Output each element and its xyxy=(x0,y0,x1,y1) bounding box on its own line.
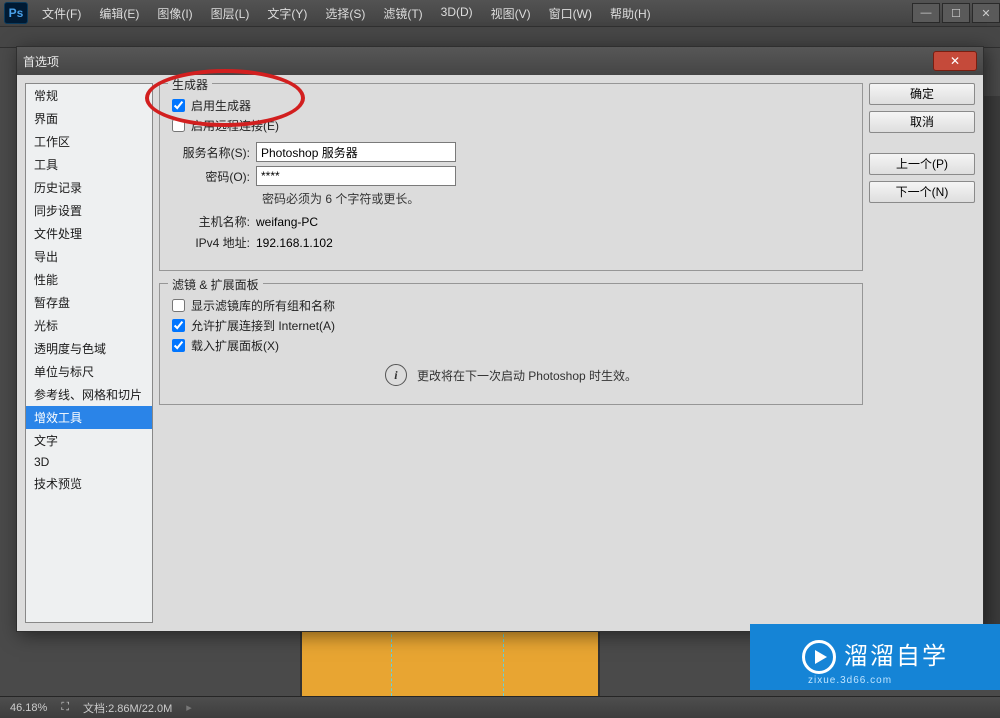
prev-button[interactable]: 上一个(P) xyxy=(869,153,975,175)
hostname-value: weifang-PC xyxy=(256,215,318,229)
sidebar-item-sync[interactable]: 同步设置 xyxy=(26,199,152,222)
expand-icon[interactable]: ⛶ xyxy=(61,701,69,714)
options-bar xyxy=(0,26,1000,48)
dialog-close-button[interactable]: ✕ xyxy=(933,51,977,71)
generator-legend: 生成器 xyxy=(168,76,212,93)
sidebar-item-tools[interactable]: 工具 xyxy=(26,153,152,176)
window-controls: — ☐ ✕ xyxy=(910,3,1000,23)
enable-remote-checkbox[interactable] xyxy=(172,119,185,132)
generator-group: 生成器 启用生成器 启用远程连接(E) 服务名称(S): 密码(O): xyxy=(159,83,863,271)
info-icon: i xyxy=(385,364,407,386)
password-label: 密码(O): xyxy=(172,168,256,185)
allow-internet-label: 允许扩展连接到 Internet(A) xyxy=(191,317,335,334)
dialog-titlebar: 首选项 ✕ xyxy=(17,47,983,75)
status-chevron-icon[interactable]: ▸ xyxy=(186,701,192,714)
next-button[interactable]: 下一个(N) xyxy=(869,181,975,203)
menu-window[interactable]: 窗口(W) xyxy=(541,2,600,25)
restart-note: 更改将在下一次启动 Photoshop 时生效。 xyxy=(417,367,637,384)
window-maximize-icon[interactable]: ☐ xyxy=(942,3,970,23)
ipv4-label: IPv4 地址: xyxy=(172,234,256,251)
main-menu: 文件(F) 编辑(E) 图像(I) 图层(L) 文字(Y) 选择(S) 滤镜(T… xyxy=(34,2,659,25)
service-name-input[interactable] xyxy=(256,142,456,162)
watermark-url: zixue.3d66.com xyxy=(808,676,892,686)
sidebar-item-interface[interactable]: 界面 xyxy=(26,107,152,130)
sidebar-item-general[interactable]: 常规 xyxy=(26,84,152,107)
status-bar: 46.18% ⛶ 文档:2.86M/22.0M ▸ xyxy=(0,696,1000,718)
watermark-brand: 溜溜自学 xyxy=(844,645,948,669)
service-name-label: 服务名称(S): xyxy=(172,144,256,161)
sidebar-item-history[interactable]: 历史记录 xyxy=(26,176,152,199)
window-minimize-icon[interactable]: — xyxy=(912,3,940,23)
sidebar-item-performance[interactable]: 性能 xyxy=(26,268,152,291)
sidebar-item-cursors[interactable]: 光标 xyxy=(26,314,152,337)
window-close-icon[interactable]: ✕ xyxy=(972,3,1000,23)
sidebar-item-plugins[interactable]: 增效工具 xyxy=(26,406,152,429)
password-hint: 密码必须为 6 个字符或更长。 xyxy=(262,190,850,207)
filter-ext-group: 滤镜 & 扩展面板 显示滤镜库的所有组和名称 允许扩展连接到 Internet(… xyxy=(159,283,863,405)
sidebar-item-scratchdisks[interactable]: 暂存盘 xyxy=(26,291,152,314)
menu-type[interactable]: 文字(Y) xyxy=(259,2,315,25)
load-panels-checkbox[interactable] xyxy=(172,339,185,352)
sidebar-item-workspace[interactable]: 工作区 xyxy=(26,130,152,153)
sidebar-item-guides[interactable]: 参考线、网格和切片 xyxy=(26,383,152,406)
sidebar-item-filehandling[interactable]: 文件处理 xyxy=(26,222,152,245)
menu-file[interactable]: 文件(F) xyxy=(34,2,89,25)
allow-internet-checkbox[interactable] xyxy=(172,319,185,332)
sidebar-item-type[interactable]: 文字 xyxy=(26,429,152,452)
filter-ext-legend: 滤镜 & 扩展面板 xyxy=(168,276,263,293)
play-icon xyxy=(802,640,836,674)
sidebar-item-techpreview[interactable]: 技术预览 xyxy=(26,472,152,495)
doc-size: 文档:2.86M/22.0M xyxy=(83,700,172,716)
sidebar-item-units[interactable]: 单位与标尺 xyxy=(26,360,152,383)
menu-3d[interactable]: 3D(D) xyxy=(433,2,481,25)
prefs-content: 生成器 启用生成器 启用远程连接(E) 服务名称(S): 密码(O): xyxy=(159,83,863,623)
enable-generator-checkbox[interactable] xyxy=(172,99,185,112)
cancel-button[interactable]: 取消 xyxy=(869,111,975,133)
dialog-button-column: 确定 取消 上一个(P) 下一个(N) xyxy=(869,83,975,623)
menu-filter[interactable]: 滤镜(T) xyxy=(375,2,430,25)
dialog-title-text: 首选项 xyxy=(23,53,59,70)
sidebar-item-export[interactable]: 导出 xyxy=(26,245,152,268)
password-input[interactable] xyxy=(256,166,456,186)
menu-image[interactable]: 图像(I) xyxy=(149,2,200,25)
watermark-badge: 溜溜自学 zixue.3d66.com xyxy=(750,624,1000,690)
ok-button[interactable]: 确定 xyxy=(869,83,975,105)
hostname-label: 主机名称: xyxy=(172,213,256,230)
sidebar-item-3d[interactable]: 3D xyxy=(26,452,152,472)
enable-remote-label: 启用远程连接(E) xyxy=(191,117,279,134)
sidebar-item-transparency[interactable]: 透明度与色域 xyxy=(26,337,152,360)
ipv4-value: 192.168.1.102 xyxy=(256,236,333,250)
enable-generator-label: 启用生成器 xyxy=(191,97,251,114)
menu-view[interactable]: 视图(V) xyxy=(483,2,539,25)
show-all-groups-label: 显示滤镜库的所有组和名称 xyxy=(191,297,335,314)
menu-edit[interactable]: 编辑(E) xyxy=(91,2,147,25)
show-all-groups-checkbox[interactable] xyxy=(172,299,185,312)
menu-select[interactable]: 选择(S) xyxy=(317,2,373,25)
zoom-value[interactable]: 46.18% xyxy=(10,702,47,714)
app-menubar: Ps 文件(F) 编辑(E) 图像(I) 图层(L) 文字(Y) 选择(S) 滤… xyxy=(0,0,1000,26)
menu-help[interactable]: 帮助(H) xyxy=(602,2,659,25)
prefs-category-list[interactable]: 常规 界面 工作区 工具 历史记录 同步设置 文件处理 导出 性能 暂存盘 光标… xyxy=(25,83,153,623)
menu-layer[interactable]: 图层(L) xyxy=(203,2,258,25)
load-panels-label: 载入扩展面板(X) xyxy=(191,337,279,354)
ps-logo-icon: Ps xyxy=(4,2,28,24)
preferences-dialog: 首选项 ✕ 常规 界面 工作区 工具 历史记录 同步设置 文件处理 导出 性能 … xyxy=(16,46,984,632)
